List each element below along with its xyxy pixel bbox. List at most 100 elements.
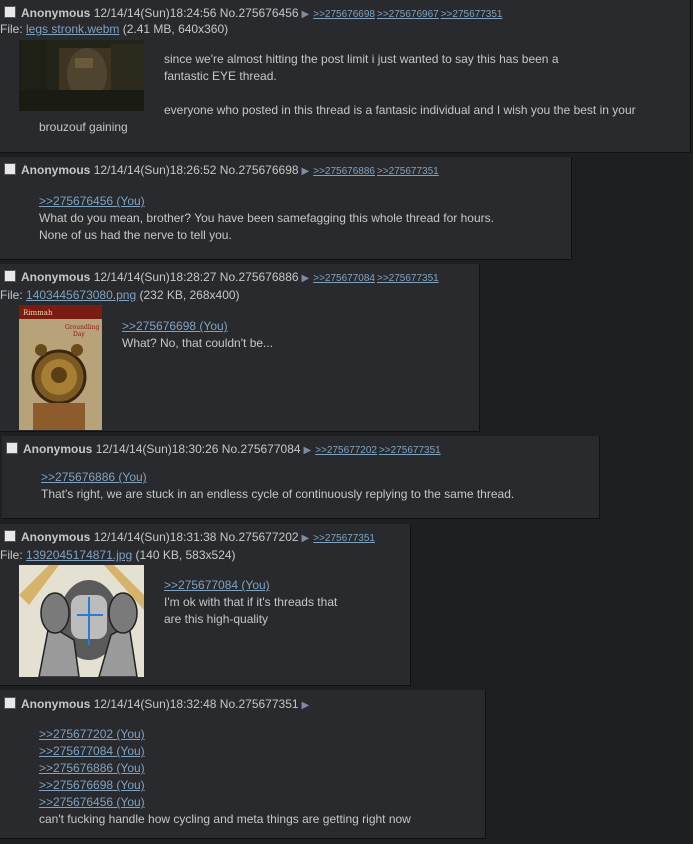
quote-link-wrap: >>275676698 (You): [122, 318, 462, 335]
quote-link-wrap: >>275676456 (You): [39, 193, 564, 210]
post-menu-arrow-icon[interactable]: ▶: [302, 700, 310, 711]
post-number[interactable]: No.275676886: [220, 270, 299, 284]
post-message: >>275677084 (You) I'm ok with that if it…: [164, 577, 404, 628]
quote-link-wrap: >>275677202 (You): [39, 726, 479, 743]
file-link[interactable]: 1392045174871.jpg: [26, 548, 132, 562]
poster-name: Anonymous: [21, 697, 91, 711]
post-datetime: 12/14/14(Sun)18:32:48: [93, 697, 217, 711]
file-label: File:: [0, 288, 23, 302]
poster-name: Anonymous: [21, 6, 91, 20]
backlink[interactable]: >>275677351: [313, 533, 375, 544]
backlinks: >>275676698 >>275676967 >>275677351: [313, 6, 504, 20]
post-number[interactable]: No.275677084: [222, 442, 301, 456]
post-menu-arrow-icon[interactable]: ▶: [302, 9, 310, 20]
backlinks: >>275677084 >>275677351: [313, 270, 440, 284]
poster-name: Anonymous: [21, 270, 91, 284]
post: Anonymous 12/14/14(Sun)18:26:52 No.27567…: [0, 157, 572, 260]
quote-link[interactable]: >>275676456 (You): [39, 194, 145, 208]
file-meta: (140 KB, 583x524): [135, 548, 236, 562]
backlink[interactable]: >>275677202: [315, 445, 377, 456]
file-thumbnail[interactable]: [19, 565, 144, 677]
quote-link-wrap: >>275676456 (You): [39, 794, 479, 811]
post-message: >>275677202 (You) >>275677084 (You) >>27…: [39, 726, 479, 828]
backlink[interactable]: >>275677351: [379, 445, 441, 456]
backlink[interactable]: >>275676886: [313, 166, 375, 177]
file-meta: (232 KB, 268x400): [139, 288, 240, 302]
file-label: File:: [0, 22, 23, 36]
checkbox-icon[interactable]: [6, 442, 18, 454]
quote-link[interactable]: >>275676886 (You): [39, 761, 145, 775]
file-thumbnail[interactable]: Rimmah Groundling Day: [19, 305, 102, 430]
post-header: Anonymous 12/14/14(Sun)18:32:48 No.27567…: [4, 697, 313, 713]
file-info: File: 1392045174871.jpg (140 KB, 583x524…: [0, 548, 236, 562]
quote-link-wrap: >>275677084 (You): [39, 743, 479, 760]
file-link[interactable]: legs stronk.webm: [26, 22, 119, 36]
poster-name: Anonymous: [21, 163, 91, 177]
backlink[interactable]: >>275677084: [313, 273, 375, 284]
backlinks: >>275677202 >>275677351: [315, 442, 442, 456]
post-datetime: 12/14/14(Sun)18:26:52: [93, 163, 217, 177]
post-message: since we're almost hitting the post limi…: [164, 51, 664, 85]
backlink[interactable]: >>275677351: [377, 166, 439, 177]
quote-link[interactable]: >>275676698 (You): [122, 319, 228, 333]
message-line: That's right, we are stuck in an endless…: [41, 487, 515, 501]
post-message: >>275676698 (You) What? No, that couldn'…: [122, 318, 462, 352]
post-number[interactable]: No.275676698: [220, 163, 299, 177]
post-menu-arrow-icon[interactable]: ▶: [304, 445, 312, 456]
checkbox-icon[interactable]: [4, 6, 16, 18]
post: Anonymous 12/14/14(Sun)18:31:38 No.27567…: [0, 524, 411, 686]
file-thumbnail[interactable]: [19, 40, 144, 111]
post-datetime: 12/14/14(Sun)18:24:56: [93, 6, 217, 20]
backlink[interactable]: >>275677351: [441, 9, 503, 20]
poster-title: Rimmah: [23, 309, 53, 317]
backlink[interactable]: >>275676698: [313, 9, 375, 20]
quote-link[interactable]: >>275676456 (You): [39, 795, 145, 809]
hands-on-face-image: [19, 565, 144, 677]
quote-link[interactable]: >>275677202 (You): [39, 727, 145, 741]
quote-link[interactable]: >>275676698 (You): [39, 778, 145, 792]
message-line: everyone who posted in this thread is a …: [39, 103, 636, 134]
post-message: >>275676456 (You) What do you mean, brot…: [39, 193, 564, 244]
file-link[interactable]: 1403445673080.png: [26, 288, 136, 302]
message-line: What do you mean, brother? You have been…: [39, 211, 494, 225]
quote-link[interactable]: >>275677084 (You): [39, 744, 145, 758]
backlink[interactable]: >>275676967: [377, 9, 439, 20]
post-header: Anonymous 12/14/14(Sun)18:30:26 No.27567…: [6, 442, 443, 458]
post-number[interactable]: No.275677351: [220, 697, 299, 711]
post-header: Anonymous 12/14/14(Sun)18:26:52 No.27567…: [4, 163, 441, 179]
poster-name: Anonymous: [21, 530, 91, 544]
post-menu-arrow-icon[interactable]: ▶: [302, 166, 310, 177]
checkbox-icon[interactable]: [4, 697, 16, 709]
post-number[interactable]: No.275676456: [220, 6, 299, 20]
backlinks: >>275676886 >>275677351: [313, 163, 440, 177]
poster-text: Day: [73, 331, 85, 338]
quote-link-wrap: >>275677084 (You): [164, 577, 404, 594]
post-header: Anonymous 12/14/14(Sun)18:31:38 No.27567…: [4, 530, 377, 546]
message-line: I'm ok with that if it's threads that: [164, 595, 338, 609]
quote-link-wrap: >>275676886 (You): [39, 760, 479, 777]
quote-link[interactable]: >>275676886 (You): [41, 470, 147, 484]
movie-poster-image: Rimmah Groundling Day: [19, 305, 102, 430]
post-menu-arrow-icon[interactable]: ▶: [302, 273, 310, 284]
post-menu-arrow-icon[interactable]: ▶: [302, 533, 310, 544]
post: Anonymous 12/14/14(Sun)18:24:56 No.27567…: [0, 0, 691, 153]
checkbox-icon[interactable]: [4, 530, 16, 542]
checkbox-icon[interactable]: [4, 163, 16, 175]
post: Anonymous 12/14/14(Sun)18:28:27 No.27567…: [0, 264, 480, 432]
post-message: >>275676886 (You) That's right, we are s…: [41, 469, 596, 503]
backlinks: >>275677351: [313, 530, 377, 544]
backlink[interactable]: >>275677351: [377, 273, 439, 284]
quote-link[interactable]: >>275677084 (You): [164, 578, 270, 592]
post-message-cont: everyone who posted in this thread is a …: [39, 102, 659, 136]
message-line: can't fucking handle how cycling and met…: [39, 812, 411, 826]
file-meta: (2.41 MB, 640x360): [122, 22, 229, 36]
post: Anonymous 12/14/14(Sun)18:32:48 No.27567…: [0, 690, 486, 839]
checkbox-icon[interactable]: [4, 270, 16, 282]
webm-thumbnail-image: [19, 40, 144, 111]
message-line: What? No, that couldn't be...: [122, 336, 274, 350]
post-number[interactable]: No.275677202: [220, 530, 299, 544]
message-line: are this high-quality: [164, 612, 269, 626]
message-line: since we're almost hitting the post limi…: [164, 52, 559, 83]
post-datetime: 12/14/14(Sun)18:28:27: [93, 270, 217, 284]
file-info: File: legs stronk.webm (2.41 MB, 640x360…: [0, 22, 228, 36]
